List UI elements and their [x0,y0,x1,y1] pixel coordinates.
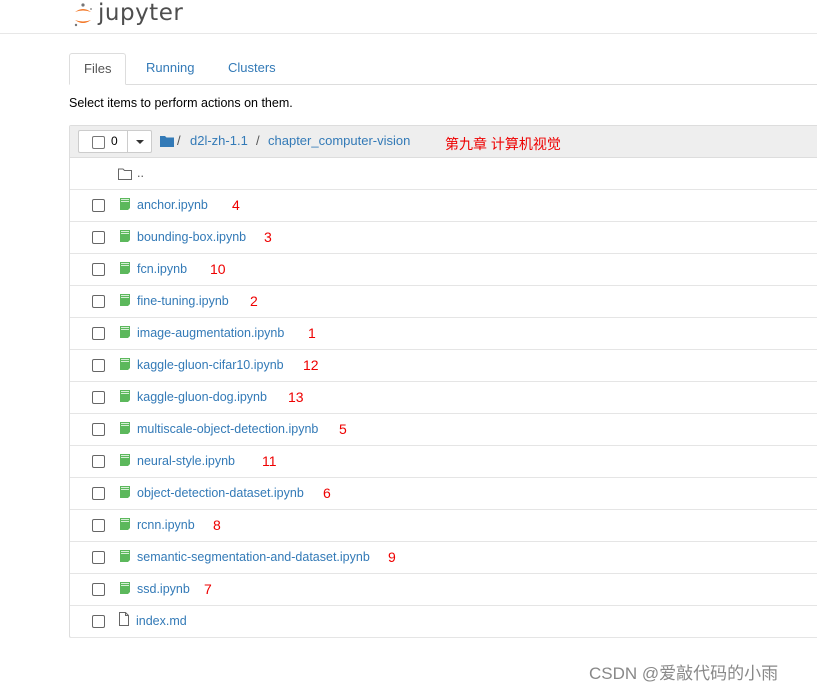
select-all-button[interactable]: 0 [78,130,152,153]
file-name-link[interactable]: kaggle-gluon-dog.ipynb [137,390,267,404]
order-annotation: 11 [262,453,277,469]
file-row[interactable]: fine-tuning.ipynb 2 [70,286,817,318]
file-list: 0 / d2l-zh-1.1 / chapter_computer-vision… [69,125,817,638]
file-name-link[interactable]: neural-style.ipynb [137,454,235,468]
file-row[interactable]: index.md [70,606,817,638]
divider [127,131,128,152]
watermark: CSDN @爱敲代码的小雨 [589,664,779,683]
file-name-link[interactable]: ssd.ipynb [137,582,190,596]
notebook-icon [120,518,130,530]
file-checkbox[interactable] [92,263,105,276]
order-annotation: 13 [288,389,304,405]
notebook-icon [120,326,130,338]
folder-outline-icon [118,168,132,180]
file-row[interactable]: object-detection-dataset.ipynb 6 [70,478,817,510]
order-annotation: 8 [213,517,221,533]
file-name-link[interactable]: kaggle-gluon-cifar10.ipynb [137,358,284,372]
notebook-icon [120,230,130,242]
header-bar: jupyter [0,0,817,34]
tab-files[interactable]: Files [69,53,127,85]
file-checkbox[interactable] [92,487,105,500]
folder-icon[interactable] [160,135,174,147]
file-checkbox[interactable] [92,551,105,564]
file-checkbox[interactable] [92,295,105,308]
chapter-annotation: 第九章 计算机视觉 [445,136,561,152]
file-row[interactable]: ssd.ipynb 7 [70,574,817,606]
notebook-icon [120,294,130,306]
file-name-link[interactable]: object-detection-dataset.ipynb [137,486,304,500]
selected-count: 0 [111,134,118,148]
file-name-link[interactable]: bounding-box.ipynb [137,230,246,244]
file-checkbox[interactable] [92,519,105,532]
file-row[interactable]: kaggle-gluon-dog.ipynb 13 [70,382,817,414]
notebook-icon [120,358,130,370]
order-annotation: 4 [232,197,240,213]
notebook-icon [120,454,130,466]
order-annotation: 2 [250,293,258,309]
file-row[interactable]: kaggle-gluon-cifar10.ipynb 12 [70,350,817,382]
notebook-icon [120,262,130,274]
file-name-link[interactable]: fine-tuning.ipynb [137,294,229,308]
file-checkbox[interactable] [92,391,105,404]
order-annotation: 6 [323,485,331,501]
order-annotation: 9 [388,549,396,565]
notebook-icon [120,582,130,594]
file-row[interactable]: semantic-segmentation-and-dataset.ipynb 9 [70,542,817,574]
file-icon [119,612,129,626]
file-checkbox[interactable] [92,327,105,340]
order-annotation: 7 [204,581,212,597]
tab-clusters[interactable]: Clusters [214,53,290,83]
file-row[interactable]: anchor.ipynb 4 [70,190,817,222]
order-annotation: 3 [264,229,272,245]
file-name-link[interactable]: rcnn.ipynb [137,518,195,532]
notebook-icon [120,550,130,562]
breadcrumb-separator: / [177,133,181,148]
file-list-header: 0 / d2l-zh-1.1 / chapter_computer-vision… [70,126,817,158]
file-checkbox[interactable] [92,423,105,436]
order-annotation: 5 [339,421,347,437]
file-row[interactable]: neural-style.ipynb 11 [70,446,817,478]
file-name-link[interactable]: fcn.ipynb [137,262,187,276]
file-row[interactable]: bounding-box.ipynb 3 [70,222,817,254]
breadcrumb-separator: / [256,133,260,148]
file-row[interactable]: rcnn.ipynb 8 [70,510,817,542]
file-name-link[interactable]: image-augmentation.ipynb [137,326,284,340]
order-annotation: 12 [303,357,319,373]
file-checkbox[interactable] [92,199,105,212]
parent-dir-link[interactable]: .. [137,166,144,180]
file-name-link[interactable]: anchor.ipynb [137,198,208,212]
breadcrumb-current[interactable]: chapter_computer-vision [268,133,410,148]
order-annotation: 1 [308,325,316,341]
app-title: jupyter [98,0,184,26]
parent-dir-row[interactable]: .. [70,158,817,190]
select-all-checkbox[interactable] [92,136,105,149]
notebook-icon [120,198,130,210]
file-name-link[interactable]: multiscale-object-detection.ipynb [137,422,318,436]
file-checkbox[interactable] [92,583,105,596]
file-checkbox[interactable] [92,231,105,244]
file-checkbox[interactable] [92,615,105,628]
jupyter-logo-icon [74,3,92,27]
file-checkbox[interactable] [92,359,105,372]
notebook-icon [120,390,130,402]
notebook-icon [120,486,130,498]
jupyter-logo[interactable]: jupyter [72,0,183,30]
file-checkbox[interactable] [92,455,105,468]
file-name-link[interactable]: index.md [136,614,187,628]
tab-bar: Files Running Clusters [69,53,817,85]
breadcrumb-d2l[interactable]: d2l-zh-1.1 [190,133,248,148]
instructions-text: Select items to perform actions on them. [69,96,293,110]
file-name-link[interactable]: semantic-segmentation-and-dataset.ipynb [137,550,370,564]
order-annotation: 10 [210,261,226,277]
chevron-down-icon[interactable] [136,140,144,144]
file-row[interactable]: image-augmentation.ipynb 1 [70,318,817,350]
tab-running[interactable]: Running [132,53,208,83]
file-row[interactable]: multiscale-object-detection.ipynb 5 [70,414,817,446]
file-row[interactable]: fcn.ipynb 10 [70,254,817,286]
notebook-icon [120,422,130,434]
